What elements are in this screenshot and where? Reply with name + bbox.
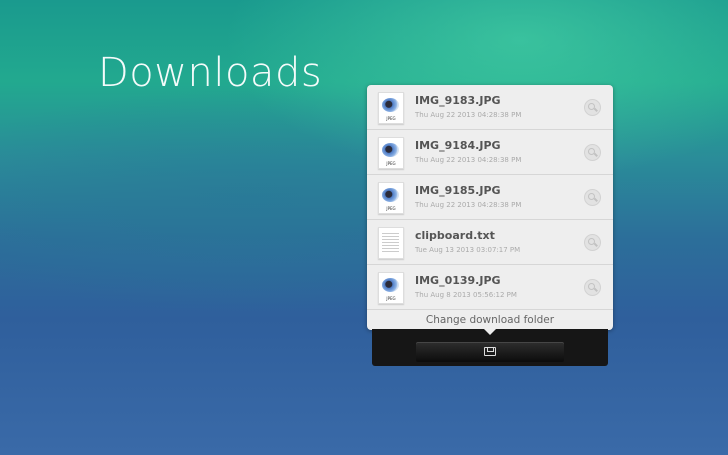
jpeg-file-icon: JPEG (378, 182, 404, 214)
file-name: IMG_9183.JPG (415, 94, 501, 107)
text-file-icon (378, 227, 404, 259)
jpeg-file-icon: JPEG (378, 92, 404, 124)
file-item[interactable]: clipboard.txt Tue Aug 13 2013 03:07:17 P… (367, 220, 613, 265)
inbox-tray-icon (484, 347, 496, 356)
jpeg-file-icon: JPEG (378, 137, 404, 169)
show-in-folder-magnifier-icon[interactable] (584, 189, 601, 206)
file-date: Thu Aug 22 2013 04:28:38 PM (415, 201, 522, 209)
show-in-folder-magnifier-icon[interactable] (584, 99, 601, 116)
file-date: Tue Aug 13 2013 03:07:17 PM (415, 246, 521, 254)
show-in-folder-magnifier-icon[interactable] (584, 279, 601, 296)
show-in-folder-magnifier-icon[interactable] (584, 144, 601, 161)
page-title: Downloads (98, 50, 323, 96)
file-date: Thu Aug 22 2013 04:28:38 PM (415, 111, 522, 119)
file-item[interactable]: JPEG IMG_9184.JPG Thu Aug 22 2013 04:28:… (367, 130, 613, 175)
file-date: Thu Aug 8 2013 05:56:12 PM (415, 291, 517, 299)
file-date: Thu Aug 22 2013 04:28:38 PM (415, 156, 522, 164)
file-ext: JPEG (386, 296, 396, 301)
file-item[interactable]: JPEG IMG_9185.JPG Thu Aug 22 2013 04:28:… (367, 175, 613, 220)
file-ext: JPEG (386, 116, 396, 121)
file-name: IMG_9184.JPG (415, 139, 501, 152)
show-in-folder-magnifier-icon[interactable] (584, 234, 601, 251)
file-name: clipboard.txt (415, 229, 495, 242)
file-name: IMG_9185.JPG (415, 184, 501, 197)
file-ext: JPEG (386, 206, 396, 211)
file-item[interactable]: JPEG IMG_9183.JPG Thu Aug 22 2013 04:28:… (367, 85, 613, 130)
popover-arrow (483, 328, 497, 335)
downloads-panel: JPEG IMG_9183.JPG Thu Aug 22 2013 04:28:… (367, 85, 613, 330)
change-download-folder-button[interactable]: Change download folder (367, 310, 613, 330)
downloads-dock-button[interactable] (416, 342, 564, 362)
file-item[interactable]: JPEG IMG_0139.JPG Thu Aug 8 2013 05:56:1… (367, 265, 613, 310)
file-name: IMG_0139.JPG (415, 274, 501, 287)
file-ext: JPEG (386, 161, 396, 166)
jpeg-file-icon: JPEG (378, 272, 404, 304)
